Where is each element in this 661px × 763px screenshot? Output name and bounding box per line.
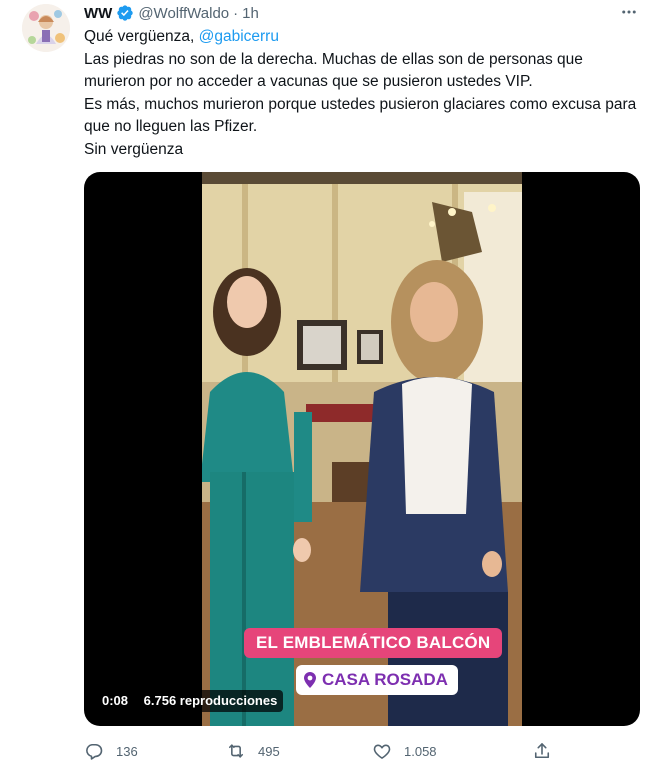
reply-count: 136 [116, 743, 138, 759]
tweet-actions: 136 495 1.058 [84, 740, 554, 762]
avatar[interactable] [22, 4, 70, 52]
video-caption-top: EL EMBLEMÁTICO BALCÓN [244, 628, 503, 658]
verified-badge-icon [116, 4, 134, 22]
like-count: 1.058 [404, 743, 437, 759]
separator-dot: · [233, 4, 239, 22]
retweet-icon [228, 744, 244, 758]
tweet-time[interactable]: 1h [242, 5, 259, 22]
reply-button[interactable]: 136 [84, 741, 138, 761]
more-icon[interactable] [619, 2, 639, 22]
reply-icon [86, 743, 103, 760]
share-icon [534, 743, 550, 759]
like-button[interactable]: 1.058 [372, 741, 437, 761]
video-caption-location-text: CASA ROSADA [322, 670, 448, 689]
retweet-button[interactable]: 495 [226, 741, 280, 761]
video-duration: 0:08 [102, 693, 129, 708]
retweet-count: 495 [258, 743, 280, 759]
video-player[interactable]: EL EMBLEMÁTICO BALCÓN CASA ROSADA 0:08 6… [84, 172, 640, 726]
tweet-line-3: Es más, muchos murieron porque ustedes p… [84, 95, 637, 136]
mention-link[interactable]: @gabicerru [199, 28, 279, 45]
location-pin-icon [304, 672, 316, 688]
tweet-line-2: Las piedras no son de la derecha. Muchas… [84, 50, 583, 91]
tweet-line-1-text: Qué vergüenza, [84, 28, 199, 45]
tweet[interactable]: WW @WolffWaldo · 1h Qué vergüenza, @gabi… [0, 0, 661, 763]
author-name[interactable]: WW [84, 5, 112, 22]
like-icon [373, 744, 391, 759]
video-caption-location: CASA ROSADA [296, 665, 458, 695]
tweet-text: Qué vergüenza, @gabicerru Las piedras no… [84, 26, 644, 161]
share-button[interactable] [532, 741, 552, 761]
tweet-line-4: Sin vergüenza [84, 140, 184, 158]
video-views: 6.756 reproducciones [143, 693, 278, 708]
author-handle[interactable]: @WolffWaldo [138, 5, 229, 22]
avatar-illustration [22, 4, 70, 52]
tweet-line-1: Qué vergüenza, @gabicerru [84, 26, 644, 49]
video-stats-overlay: 0:08 6.756 reproducciones [96, 690, 284, 712]
tweet-header: WW @WolffWaldo · 1h [84, 2, 259, 24]
